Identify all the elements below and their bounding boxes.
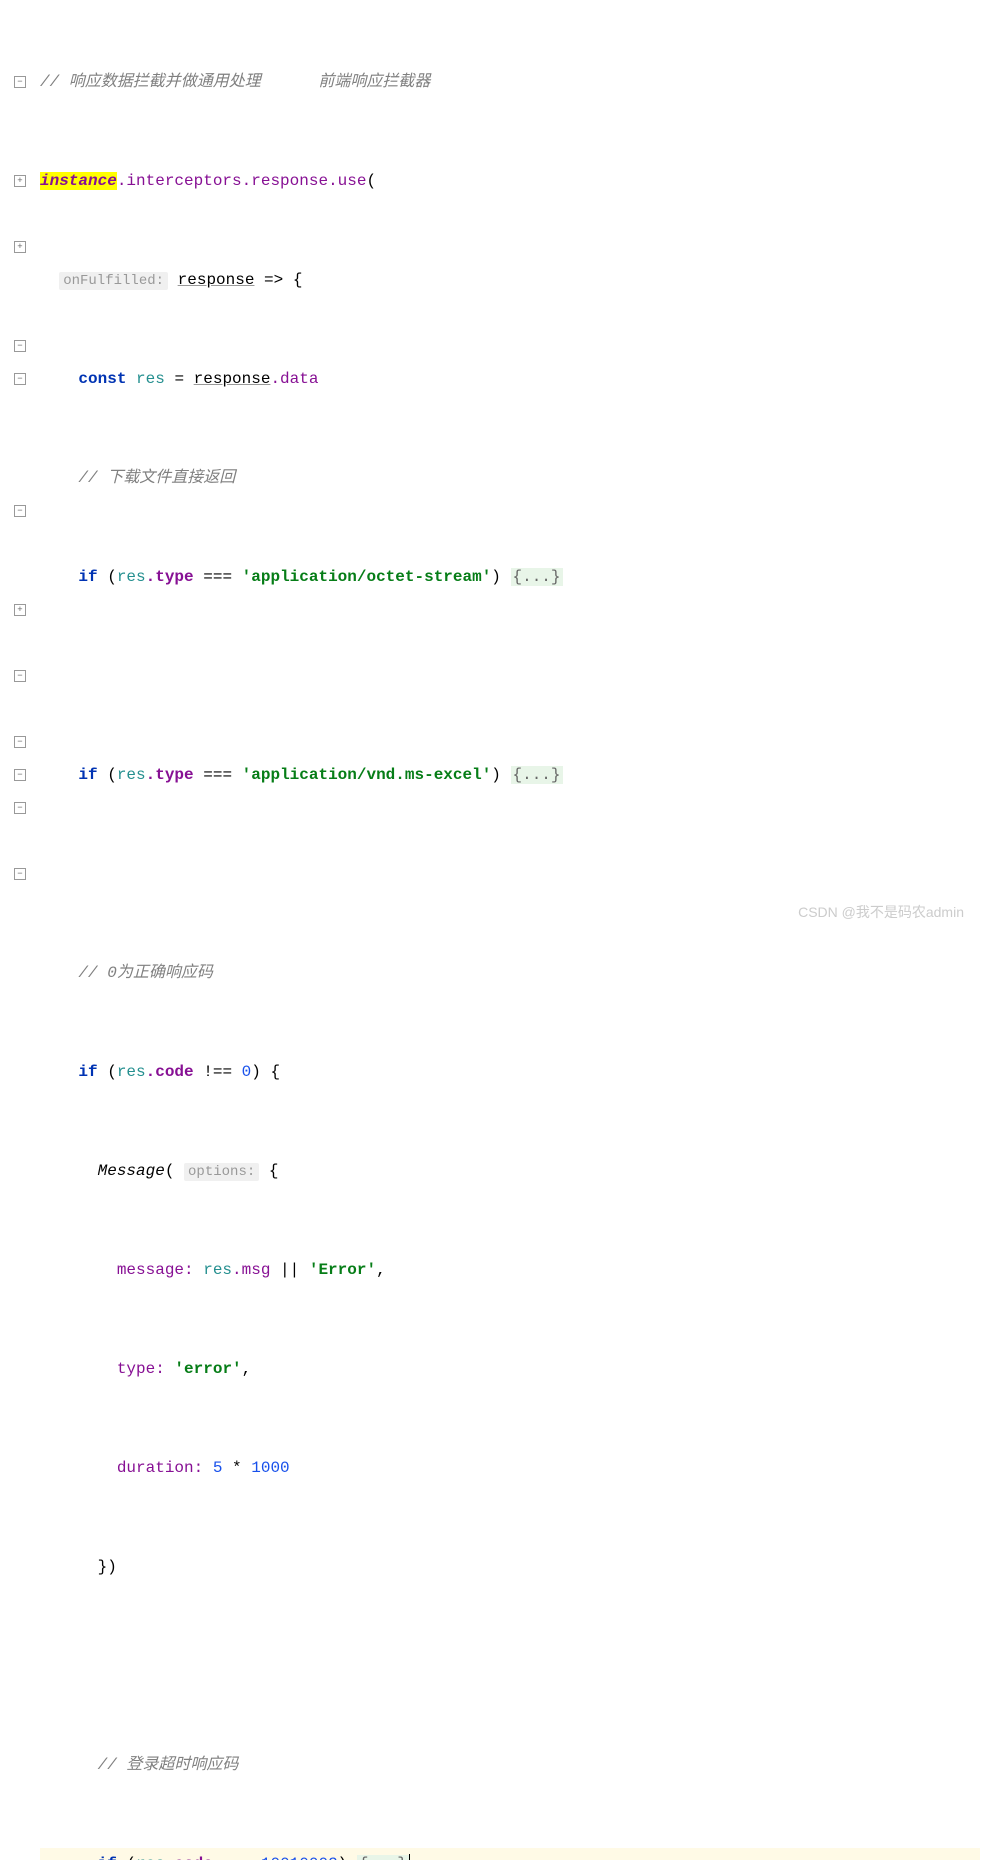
fold-icon[interactable]: −: [14, 373, 26, 385]
fold-icon[interactable]: −: [14, 736, 26, 748]
code-line: }): [40, 1551, 980, 1584]
code-line: [40, 858, 980, 891]
code-line: [40, 1650, 980, 1683]
gutter: − + + − − − + − − − − −: [0, 0, 36, 930]
fold-icon[interactable]: −: [14, 76, 26, 88]
code-content[interactable]: // 响应数据拦截并做通用处理 前端响应拦截器 instance.interce…: [36, 0, 984, 930]
fold-icon[interactable]: +: [14, 604, 26, 616]
code-line: const res = response.data: [40, 363, 980, 396]
code-line: instance.interceptors.response.use(: [40, 165, 980, 198]
fold-icon[interactable]: +: [14, 241, 26, 253]
code-line: // 登录超时响应码: [40, 1749, 980, 1782]
folded-block[interactable]: {...}: [511, 766, 563, 784]
code-line: if (res.type === 'application/octet-stre…: [40, 561, 980, 594]
fold-icon[interactable]: −: [14, 868, 26, 880]
code-line: if (res.type === 'application/vnd.ms-exc…: [40, 759, 980, 792]
code-line: type: 'error',: [40, 1353, 980, 1386]
comment-text: // 响应数据拦截并做通用处理: [40, 73, 261, 91]
fold-icon[interactable]: −: [14, 769, 26, 781]
code-line: message: res.msg || 'Error',: [40, 1254, 980, 1287]
code-line: // 下载文件直接返回: [40, 462, 980, 495]
code-editor: − + + − − − + − − − − − // 响应数据拦截并做通用处理 …: [0, 0, 984, 930]
folded-block[interactable]: {...}: [511, 568, 563, 586]
parameter-hint: onFulfilled:: [59, 272, 168, 290]
code-line: onFulfilled: response => {: [40, 264, 980, 297]
watermark: CSDN @我不是码农admin: [798, 902, 964, 922]
code-line: if (res.code !== 0) {: [40, 1056, 980, 1089]
folded-block[interactable]: {...}: [357, 1855, 409, 1860]
code-line: Message( options: {: [40, 1155, 980, 1188]
fold-icon[interactable]: −: [14, 340, 26, 352]
fold-icon[interactable]: −: [14, 505, 26, 517]
text-cursor: [409, 1854, 410, 1860]
fold-icon[interactable]: +: [14, 175, 26, 187]
highlighted-identifier: instance: [40, 172, 117, 190]
fold-icon[interactable]: −: [14, 670, 26, 682]
fold-icon[interactable]: −: [14, 802, 26, 814]
code-line: duration: 5 * 1000: [40, 1452, 980, 1485]
code-line: [40, 660, 980, 693]
code-line: // 0为正确响应码: [40, 957, 980, 990]
parameter-hint: options:: [184, 1163, 259, 1181]
code-line: // 响应数据拦截并做通用处理 前端响应拦截器: [40, 66, 980, 99]
code-line-active: if (res.code === 10010002) {...}: [40, 1848, 980, 1860]
comment-text: 前端响应拦截器: [318, 73, 430, 91]
